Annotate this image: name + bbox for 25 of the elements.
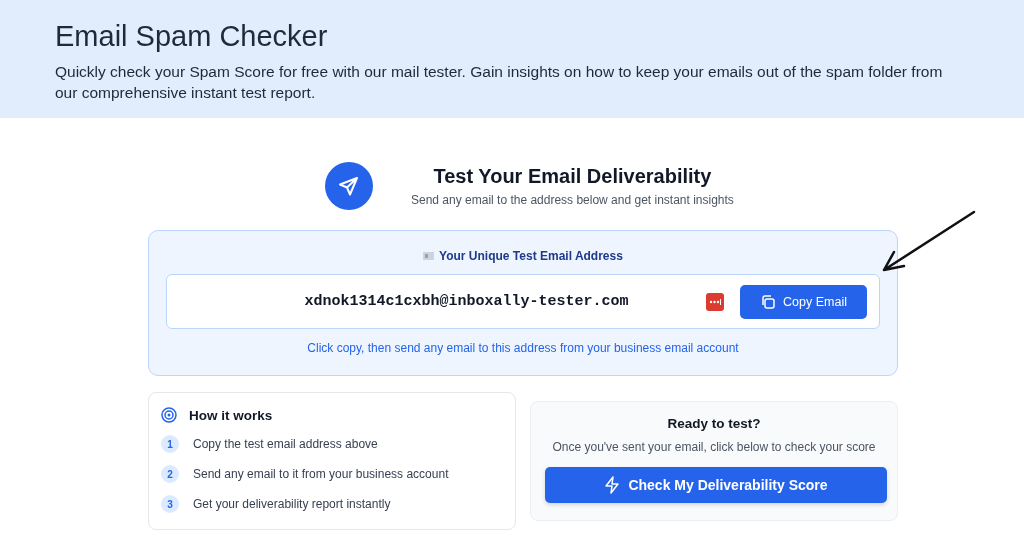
address-label: Your Unique Test Email Address (439, 249, 623, 263)
paper-plane-icon (325, 162, 373, 210)
step-number: 2 (161, 465, 179, 483)
email-field[interactable]: xdnok1314c1cxbh@inboxally-tester.com Copy Email (166, 274, 880, 329)
how-it-works-title: How it works (189, 407, 273, 423)
password-manager-icon[interactable] (706, 292, 724, 311)
copy-hint: Click copy, then send any email to this address from your business email account (306, 341, 740, 355)
copy-email-button[interactable]: Copy Email (740, 284, 867, 319)
email-address: xdnok1314c1cxbh@inboxally-tester.com (303, 293, 630, 310)
ready-title: Ready to test? (666, 416, 762, 431)
ready-text: Once you've sent your email, click below to check your score (551, 440, 877, 454)
lightning-icon (604, 476, 621, 494)
copy-icon (760, 293, 777, 310)
step-text: Send any email to it from your business account (193, 467, 449, 481)
page-description: Quickly check your Spam Score for free with our mail tester. Gain insights on how to keep your emails out of the spam folder from our comprehensive instant test report. (55, 62, 944, 103)
id-card-icon (423, 252, 435, 260)
check-score-button[interactable]: Check My Deliverability Score (545, 467, 887, 503)
step-number: 1 (161, 435, 179, 453)
step-text: Copy the test email address above (193, 437, 378, 451)
page-title: Email Spam Checker (55, 20, 329, 53)
section-subtitle: Send any email to the address below and get instant insights (411, 193, 734, 207)
section-title: Test Your Email Deliverability (432, 165, 713, 188)
target-icon (161, 407, 177, 423)
step-number: 3 (161, 495, 179, 513)
step-text: Get your deliverability report instantly (193, 497, 391, 511)
